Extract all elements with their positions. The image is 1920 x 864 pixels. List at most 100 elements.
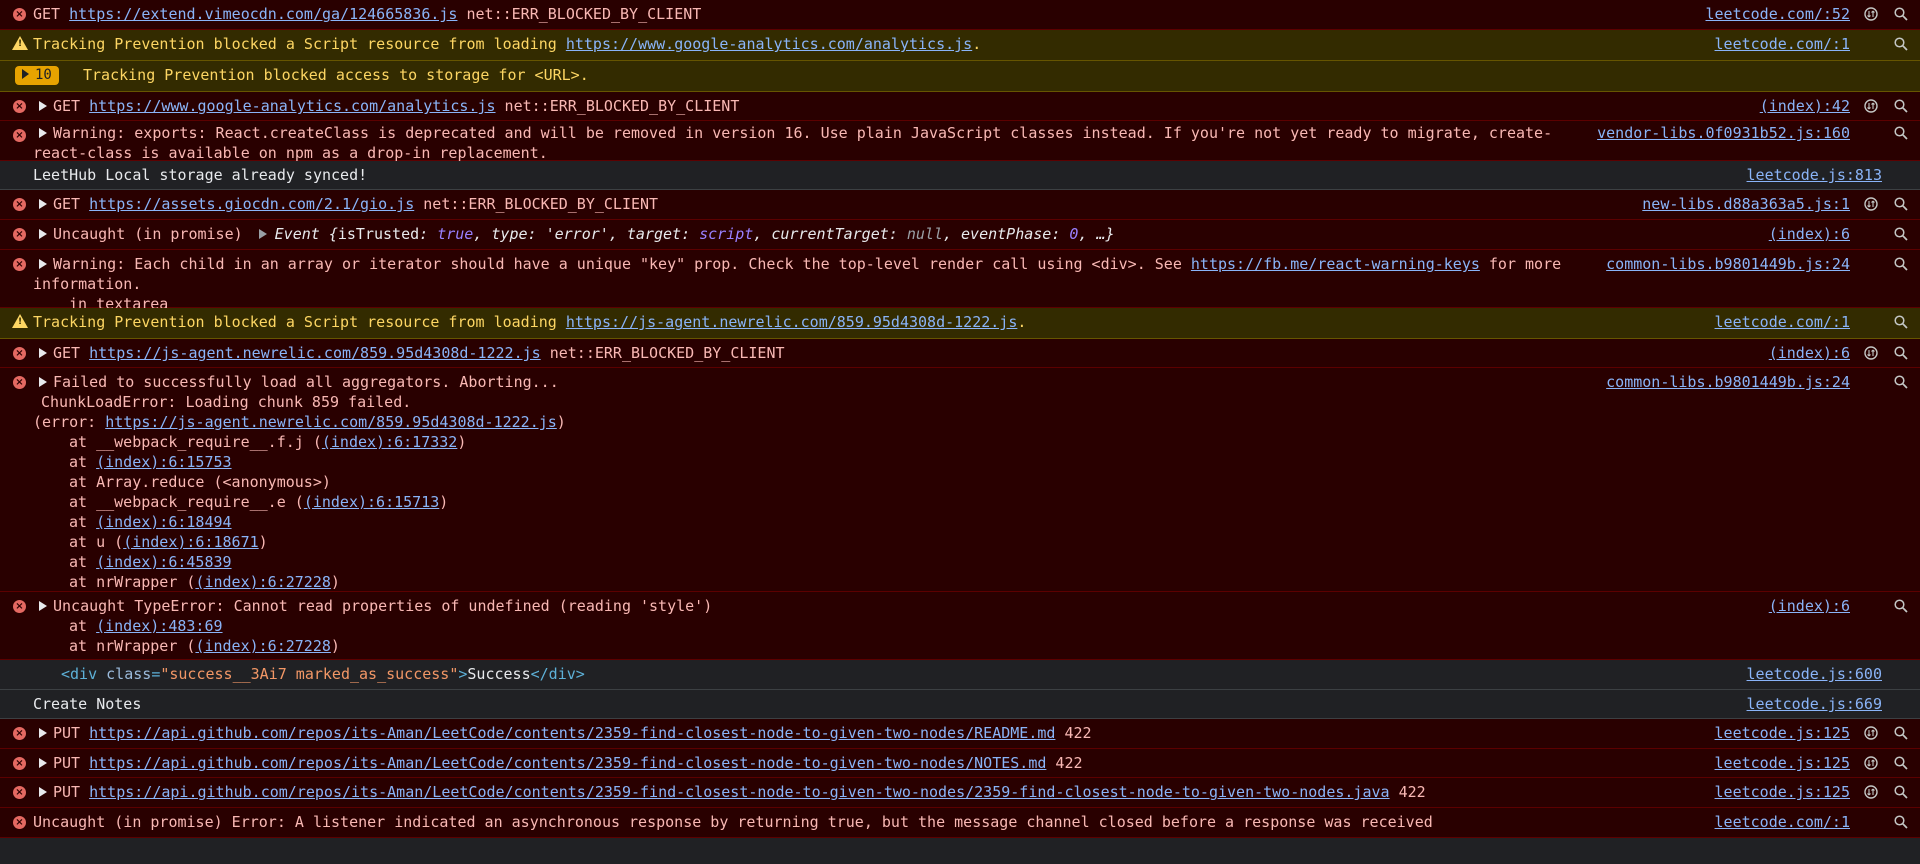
console-error-row[interactable]: × GET https://www.google-analytics.com/a… (0, 92, 1920, 121)
expand-arrow-icon[interactable] (39, 758, 47, 768)
docs-link[interactable]: https://fb.me/react-warning-keys (1191, 255, 1480, 273)
stack-frame-link[interactable]: (index):6:18671 (123, 533, 258, 551)
expand-arrow-icon[interactable] (39, 128, 47, 138)
stack-frame-link[interactable]: (index):483:69 (96, 617, 222, 635)
magnifier-icon[interactable] (1894, 756, 1908, 770)
magnifier-icon[interactable] (1894, 315, 1908, 329)
console-error-row[interactable]: × Uncaught (in promise) Error: A listene… (0, 808, 1920, 838)
magnifier-icon[interactable] (1894, 227, 1908, 241)
source-link[interactable]: leetcode.js:125 (1715, 782, 1850, 802)
console-log-row[interactable]: Create Notes leetcode.js:669 (0, 690, 1920, 719)
expand-arrow-icon[interactable] (39, 101, 47, 111)
source-link[interactable]: (index):6 (1769, 596, 1850, 616)
network-info-icon[interactable] (1864, 726, 1878, 740)
source-link[interactable]: leetcode.com/:1 (1715, 312, 1850, 332)
magnifier-icon[interactable] (1894, 375, 1908, 389)
console-message: Failed to successfully load all aggregat… (0, 372, 1920, 592)
source-link[interactable]: leetcode.js:669 (1747, 694, 1882, 714)
console-error-row[interactable]: × Uncaught TypeError: Cannot read proper… (0, 592, 1920, 660)
console-warning-row[interactable]: ! Tracking Prevention blocked a Script r… (0, 308, 1920, 339)
network-info-icon[interactable] (1864, 99, 1878, 113)
console-message: LeetHub Local storage already synced! (33, 166, 368, 184)
magnifier-icon[interactable] (1894, 99, 1908, 113)
source-link[interactable]: common-libs.b9801449b.js:24 (1606, 372, 1850, 392)
stack-frame-link[interactable]: (index):6:45839 (96, 553, 231, 571)
request-url-link[interactable]: https://js-agent.newrelic.com/859.95d430… (105, 413, 557, 431)
source-link[interactable]: leetcode.com/:1 (1715, 34, 1850, 54)
expand-arrow-icon[interactable] (39, 229, 47, 239)
console-error-row[interactable]: × Uncaught (in promise) Event {isTrusted:… (0, 220, 1920, 250)
request-url-link[interactable]: https://js-agent.newrelic.com/859.95d430… (566, 313, 1018, 331)
request-url-link[interactable]: https://extend.vimeocdn.com/ga/124665836… (69, 5, 457, 23)
magnifier-icon[interactable] (1894, 37, 1908, 51)
console-error-row[interactable]: × Warning: Each child in an array or ite… (0, 250, 1920, 313)
request-url-link[interactable]: https://api.github.com/repos/its-Aman/Le… (89, 754, 1046, 772)
stack-frame-link[interactable]: (index):6:27228 (195, 573, 330, 591)
expand-arrow-icon[interactable] (39, 348, 47, 358)
network-info-icon[interactable] (1864, 7, 1878, 21)
request-url-link[interactable]: https://api.github.com/repos/its-Aman/Le… (89, 724, 1055, 742)
request-url-link[interactable]: https://js-agent.newrelic.com/859.95d430… (89, 344, 541, 362)
source-link[interactable]: leetcode.com/:1 (1715, 812, 1850, 832)
magnifier-icon[interactable] (1894, 7, 1908, 21)
stack-frame: at u ((index):6:18671) (69, 533, 268, 551)
source-link[interactable]: vendor-libs.0f0931b52.js:160 (1597, 123, 1850, 143)
console-warning-group-row[interactable]: 10 Tracking Prevention blocked access to… (0, 61, 1920, 92)
console-error-row[interactable]: × GET https://assets.giocdn.com/2.1/gio.… (0, 190, 1920, 220)
request-url-link[interactable]: https://assets.giocdn.com/2.1/gio.js (89, 195, 414, 213)
source-link[interactable]: (index):42 (1760, 96, 1850, 116)
console-error-row[interactable]: × Warning: exports: React.createClass is… (0, 121, 1920, 162)
source-link[interactable]: new-libs.d88a363a5.js:1 (1642, 194, 1850, 214)
expand-arrow-icon[interactable] (39, 377, 47, 387)
source-link[interactable]: leetcode.js:125 (1715, 723, 1850, 743)
stack-frame-link[interactable]: (index):6:15713 (304, 493, 439, 511)
source-link[interactable]: leetcode.js:813 (1747, 165, 1882, 185)
stack-frame-link[interactable]: (index):6:15753 (96, 453, 231, 471)
network-info-icon[interactable] (1864, 785, 1878, 799)
console-message: GET https://www.google-analytics.com/ana… (0, 96, 1920, 116)
magnifier-icon[interactable] (1894, 599, 1908, 613)
console-log-row[interactable]: <div class="success__3Ai7 marked_as_succ… (0, 660, 1920, 690)
magnifier-icon[interactable] (1894, 785, 1908, 799)
expand-event-arrow-icon[interactable] (258, 229, 267, 239)
console-error-row[interactable]: × GET https://extend.vimeocdn.com/ga/124… (0, 0, 1920, 30)
source-link[interactable]: (index):6 (1769, 224, 1850, 244)
console-error-row[interactable]: × GET https://js-agent.newrelic.com/859.… (0, 339, 1920, 368)
stack-frame-link[interactable]: (index):6:17332 (322, 433, 457, 451)
request-url-link[interactable]: https://www.google-analytics.com/analyti… (89, 97, 495, 115)
expand-arrow-icon[interactable] (39, 787, 47, 797)
stack-frame: at (index):6:18494 (69, 513, 232, 531)
console-error-row[interactable]: × PUT https://api.github.com/repos/its-A… (0, 719, 1920, 749)
source-link[interactable]: leetcode.js:600 (1747, 664, 1882, 684)
source-link[interactable]: leetcode.com/:52 (1706, 4, 1851, 24)
source-link[interactable]: leetcode.js:125 (1715, 753, 1850, 773)
source-link[interactable]: common-libs.b9801449b.js:24 (1606, 254, 1850, 274)
magnifier-icon[interactable] (1894, 815, 1908, 829)
network-info-icon[interactable] (1864, 346, 1878, 360)
network-info-icon[interactable] (1864, 197, 1878, 211)
magnifier-icon[interactable] (1894, 726, 1908, 740)
console-error-row[interactable]: × PUT https://api.github.com/repos/its-A… (0, 749, 1920, 778)
console-error-row[interactable]: × Failed to successfully load all aggreg… (0, 368, 1920, 592)
console-log-row[interactable]: LeetHub Local storage already synced! le… (0, 161, 1920, 190)
console-error-row[interactable]: × PUT https://api.github.com/repos/its-A… (0, 778, 1920, 808)
expand-arrow-icon[interactable] (39, 259, 47, 269)
stack-frame-link[interactable]: (index):6:18494 (96, 513, 231, 531)
request-url-link[interactable]: https://www.google-analytics.com/analyti… (566, 35, 972, 53)
expand-arrow-icon[interactable] (39, 199, 47, 209)
magnifier-icon[interactable] (1894, 126, 1908, 140)
stack-frame-link[interactable]: (index):6:27228 (195, 637, 330, 655)
source-link[interactable]: (index):6 (1769, 343, 1850, 363)
network-info-icon[interactable] (1864, 756, 1878, 770)
console-warning-row[interactable]: ! Tracking Prevention blocked a Script r… (0, 30, 1920, 61)
request-url-link[interactable]: https://api.github.com/repos/its-Aman/Le… (89, 783, 1389, 801)
magnifier-icon[interactable] (1894, 346, 1908, 360)
repeat-count-badge[interactable]: 10 (15, 66, 59, 85)
stack-trace: at (index):483:69 at nrWrapper ((index):6… (33, 616, 1610, 656)
dom-element-node[interactable]: <div class="success__3Ai7 marked_as_succ… (0, 664, 1920, 684)
magnifier-icon[interactable] (1894, 197, 1908, 211)
expand-arrow-icon[interactable] (39, 601, 47, 611)
expand-arrow-icon[interactable] (39, 728, 47, 738)
magnifier-icon[interactable] (1894, 257, 1908, 271)
console-message: GET https://js-agent.newrelic.com/859.95… (0, 343, 1920, 363)
